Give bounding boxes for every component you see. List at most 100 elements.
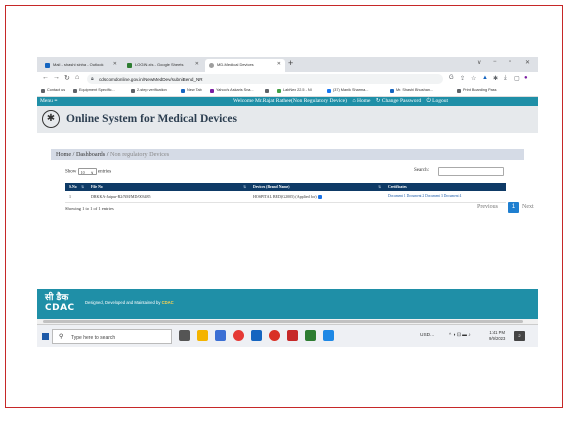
reload-icon[interactable]: ↻: [64, 74, 70, 82]
site-header: ✱ Online System for Medical Devices: [37, 106, 538, 133]
cell-file-no: DRKKA-Jaipur-R2/NM/MD/003485: [87, 191, 249, 203]
bookmark-item[interactable]: 2-step verification: [131, 88, 167, 93]
close-icon[interactable]: ✕: [113, 61, 117, 67]
home-icon[interactable]: ⌂: [75, 74, 79, 81]
tray-icons[interactable]: ^ ◑ ⊡ ▬ ♪: [449, 333, 471, 338]
change-password-link[interactable]: ↻ Change Password: [376, 98, 421, 104]
browser-tab-bar: Mail - shashi sinha - Outlook ✕ LOGIN.xl…: [37, 57, 538, 72]
column-header[interactable]: Certificates: [384, 183, 506, 191]
weather-widget[interactable]: USD...: [420, 333, 434, 338]
bookmark-icon: [41, 88, 45, 93]
app-icon[interactable]: [323, 330, 334, 341]
excel-icon[interactable]: [305, 330, 316, 341]
explorer-icon[interactable]: [197, 330, 208, 341]
breadcrumb-current: Non regulatory Devices: [110, 151, 170, 158]
browser-tab-sheets[interactable]: LOGIN.xls - Google Sheets ✕: [123, 59, 203, 72]
previous-button[interactable]: Previous: [477, 204, 498, 210]
windows-start-icon[interactable]: [42, 333, 49, 340]
address-bar-row: ← → ↻ ⌂ 🔒︎ cdscomdonline.gov.in/NewMedDe…: [37, 72, 538, 86]
site-nav-bar: Menu ≡ Welcome Mr.Rajat Rathee(Non Regul…: [37, 97, 538, 106]
tab-search-button[interactable]: ∨: [477, 59, 481, 66]
screenshot: Mail - shashi sinha - Outlook ✕ LOGIN.xl…: [37, 57, 538, 347]
taskbar-search-input[interactable]: ⚲ Type here to search: [52, 329, 172, 344]
share-icon[interactable]: ⇪: [460, 75, 465, 82]
browser-tab-outlook[interactable]: Mail - shashi sinha - Outlook ✕: [41, 59, 121, 72]
chrome-alt-icon[interactable]: [269, 330, 280, 341]
table-info: Showing 1 to 1 of 1 entries: [65, 206, 114, 211]
tab-label: MD-Medical Devices: [217, 62, 254, 67]
emblem-icon: ✱: [42, 110, 60, 128]
column-header[interactable]: File No ⇅: [87, 183, 249, 191]
bookmark-icon: [210, 88, 214, 93]
logout-link[interactable]: ⏻ Logout: [426, 98, 448, 104]
download-icon[interactable]: ⤓: [504, 75, 507, 82]
menu-button[interactable]: Menu ≡: [40, 98, 57, 104]
close-icon[interactable]: ✕: [195, 61, 199, 67]
bookmark-item[interactable]: Mr. Shashi Bhushan...: [390, 88, 433, 93]
cell-certificates[interactable]: Document 1 Document 2 Document 3 Documen…: [384, 191, 506, 203]
bookmark-icon: [390, 88, 394, 93]
breadcrumb-home[interactable]: Home: [56, 151, 71, 158]
close-icon[interactable]: ✕: [277, 61, 281, 67]
file-manager-icon[interactable]: [215, 330, 226, 341]
cell-device: HOSPITAL BED(G2005) (Applied for): [249, 191, 384, 203]
star-icon[interactable]: ☆: [471, 75, 476, 82]
bookmark-item[interactable]: Equipment Specific...: [73, 88, 115, 93]
taskview-icon[interactable]: [179, 330, 190, 341]
bookmark-item[interactable]: LabNex 22.5 - NI: [277, 88, 312, 93]
bookmarks-bar: Contact us Equipment Specific... 2-step …: [37, 86, 538, 97]
site-icon: [209, 62, 214, 68]
scrollbar-thumb[interactable]: [43, 320, 523, 323]
new-tab-button[interactable]: +: [288, 58, 293, 68]
sidepanel-icon[interactable]: ▢: [514, 75, 520, 82]
notification-button[interactable]: 2: [514, 331, 525, 341]
puzzle-icon[interactable]: ✱: [493, 75, 498, 82]
search-input[interactable]: [438, 167, 504, 176]
forward-icon[interactable]: →: [53, 74, 60, 81]
table-row: 1 DRKKA-Jaipur-R2/NM/MD/003485 HOSPITAL …: [65, 191, 506, 203]
google-icon[interactable]: G: [449, 75, 454, 81]
maximize-button[interactable]: ▫: [509, 59, 511, 65]
table-header-row: S.No ⇅ File No ⇅ Devices (Brand Name) ⇅ Cer…: [65, 183, 506, 191]
acrobat-icon[interactable]: [287, 330, 298, 341]
close-window-button[interactable]: ✕: [525, 59, 530, 66]
document-icon[interactable]: [317, 194, 322, 199]
welcome-area: Welcome Mr.Rajat Rathee(Non Regulatory D…: [233, 98, 452, 105]
page-1-button[interactable]: 1: [508, 202, 519, 213]
profile-avatar[interactable]: ●: [524, 75, 528, 81]
column-header[interactable]: S.No ⇅: [65, 183, 87, 191]
search-label: Search:: [414, 168, 429, 173]
minimize-button[interactable]: −: [493, 59, 497, 65]
back-icon[interactable]: ←: [42, 74, 49, 81]
url-field[interactable]: 🔒︎ cdscomdonline.gov.in/NewMedDev/subniB…: [87, 74, 443, 84]
bookmark-item[interactable]: Print Boarding Pass: [457, 88, 497, 93]
bookmark-item[interactable]: Contact us: [41, 88, 65, 93]
column-header[interactable]: Devices (Brand Name) ⇅: [249, 183, 384, 191]
bookmark-item[interactable]: New Tab: [181, 88, 202, 93]
sort-icon: ⇅: [81, 184, 84, 189]
entries-control: Show 10 ∨ entries: [65, 168, 112, 175]
tab-label: LOGIN.xls - Google Sheets: [135, 62, 184, 67]
lock-icon: 🔒︎: [91, 75, 94, 82]
site-footer: सी डैक CDAC Designed, Developed and Main…: [37, 289, 538, 319]
clock[interactable]: 1:41 PM 9/9/2023: [489, 330, 505, 342]
bookmark-item[interactable]: Yahoo's Askaris Sna...: [210, 88, 254, 93]
next-button[interactable]: Next: [522, 204, 534, 210]
search-icon: ⚲: [59, 334, 64, 340]
browser-tab-medical-devices[interactable]: MD-Medical Devices ✕: [205, 59, 285, 72]
sheets-icon: [127, 62, 132, 68]
bookmark-icon: [181, 88, 185, 93]
chevron-down-icon: ∨: [90, 170, 94, 175]
entries-select[interactable]: 10 ∨: [77, 168, 97, 175]
chrome-icon[interactable]: [233, 330, 244, 341]
bookmark-icon: [327, 88, 331, 93]
extension-icon[interactable]: ▲: [482, 75, 488, 81]
breadcrumb-dashboards[interactable]: Dashboards: [76, 151, 105, 158]
home-link[interactable]: ⌂ Home: [352, 98, 370, 104]
outlook-app-icon[interactable]: [251, 330, 262, 341]
bookmark-icon: [131, 88, 135, 93]
welcome-text: Welcome Mr.Rajat Rathee(Non Regulatory D…: [233, 98, 347, 104]
outlook-icon: [45, 62, 50, 68]
sort-icon: ⇅: [243, 184, 246, 189]
bookmark-item[interactable]: (37) Manik Sharma...: [327, 88, 368, 93]
